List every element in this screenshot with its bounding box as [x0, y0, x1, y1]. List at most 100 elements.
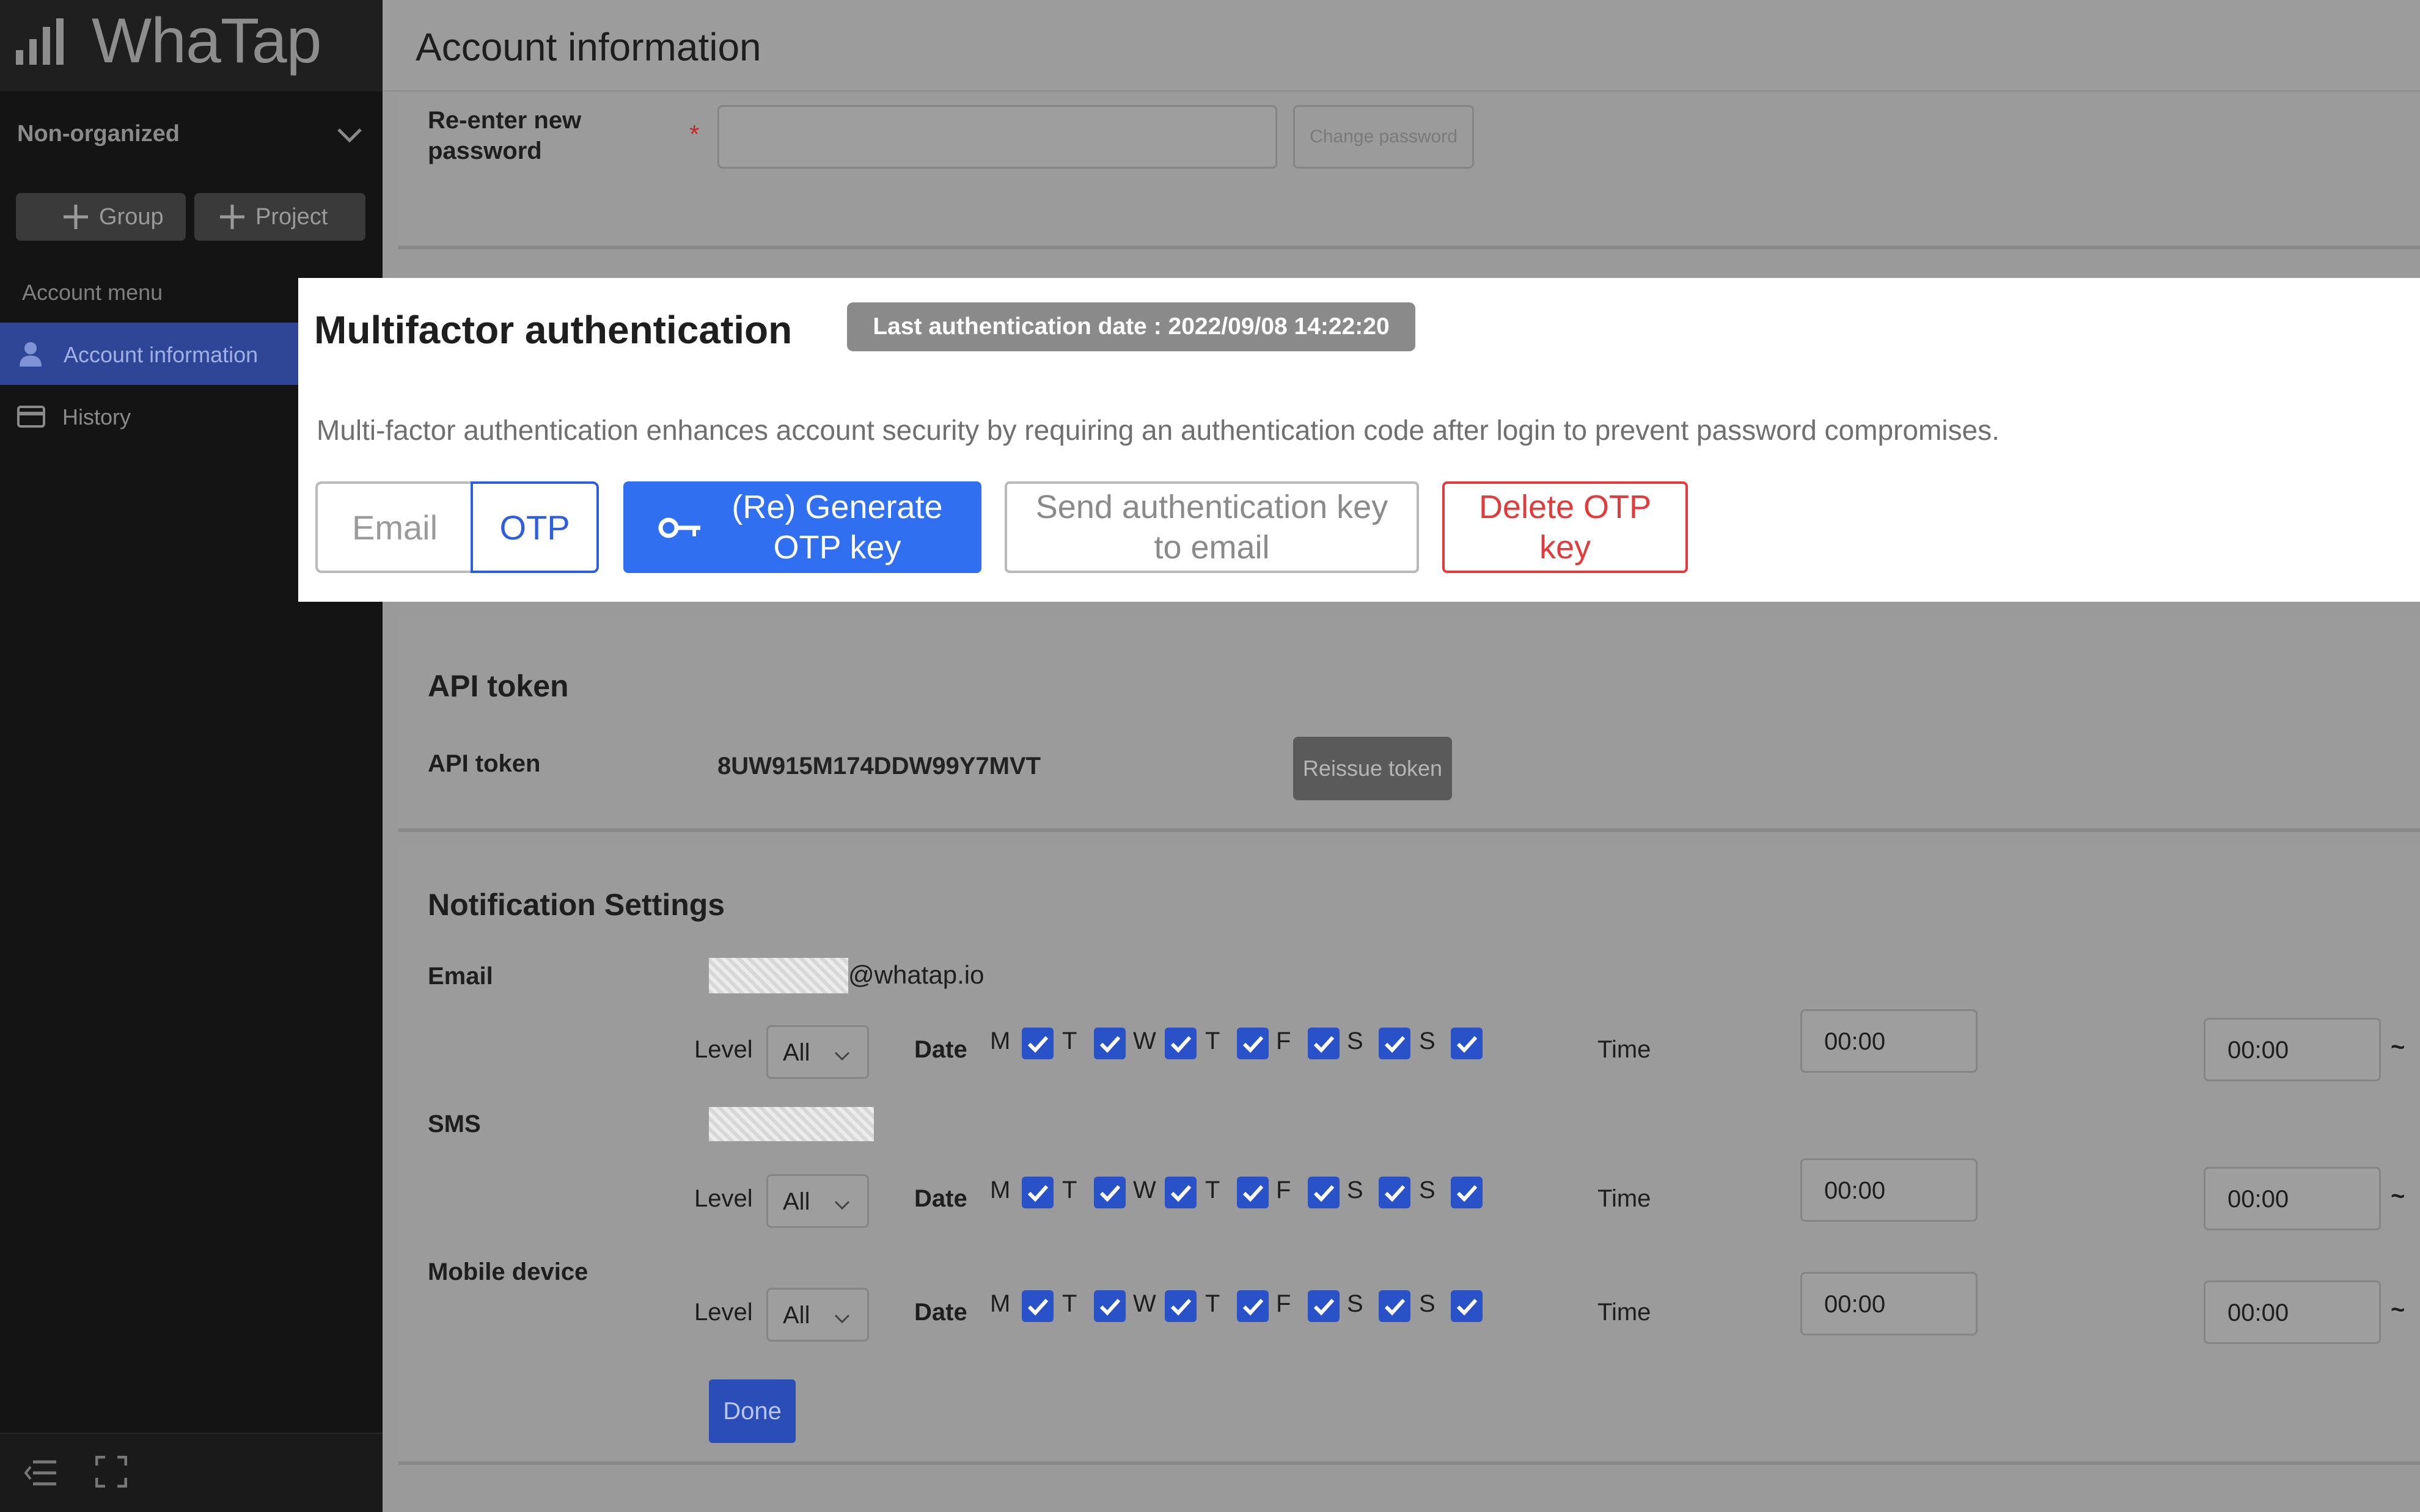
- mobile-channel-label: Mobile device: [428, 1258, 588, 1285]
- org-selector[interactable]: Non-organized: [0, 104, 383, 165]
- check-icon: [1027, 1185, 1049, 1202]
- api-token-heading: API token: [428, 669, 569, 703]
- end-time-value: 00:00: [1824, 1291, 1886, 1318]
- day-checkbox[interactable]: [1308, 1177, 1340, 1208]
- sidebar-item-label: History: [62, 404, 131, 429]
- add-project-label: Project: [255, 204, 328, 230]
- check-icon: [1099, 1185, 1121, 1202]
- day-checkbox[interactable]: [1451, 1028, 1483, 1059]
- label-line: password: [428, 137, 542, 164]
- day-checkbox[interactable]: [1237, 1028, 1269, 1059]
- label-line: to email: [1154, 529, 1270, 566]
- done-button[interactable]: Done: [709, 1379, 796, 1443]
- check-icon: [1313, 1298, 1335, 1316]
- mfa-dialog: Multifactor authentication Last authenti…: [298, 278, 2420, 602]
- day-label: S: [1419, 1028, 1436, 1054]
- reenter-password-label: Re-enter new password: [428, 105, 581, 166]
- check-icon: [1384, 1185, 1406, 1202]
- sidebar: WhaTap Non-organized Group Project Accou…: [0, 0, 383, 1512]
- api-token-card: API token API token 8UW915M174DDW99Y7MVT…: [398, 615, 2420, 832]
- delete-otp-key-button[interactable]: Delete OTP key: [1442, 481, 1688, 573]
- day-label: F: [1276, 1290, 1291, 1317]
- add-group-label: Group: [99, 204, 164, 230]
- page-title: Account information: [416, 25, 761, 69]
- send-key-to-email-button[interactable]: Send authentication key to email: [1005, 481, 1419, 573]
- end-time-input[interactable]: 00:00: [1800, 1158, 1978, 1222]
- day-checkbox[interactable]: [1379, 1290, 1410, 1322]
- check-icon: [1242, 1298, 1264, 1316]
- chevron-down-icon: [337, 128, 362, 143]
- day-label: S: [1347, 1290, 1363, 1317]
- collapse-menu-icon[interactable]: [24, 1458, 56, 1488]
- sidebar-footer: [0, 1433, 383, 1512]
- label-line: (Re) Generate: [732, 489, 943, 525]
- key-icon: [658, 517, 700, 538]
- method-email-tab[interactable]: Email: [315, 481, 472, 573]
- day-checkbox[interactable]: [1165, 1177, 1197, 1208]
- plus-icon: [220, 205, 244, 229]
- user-icon: [20, 342, 42, 367]
- check-icon: [1313, 1185, 1335, 1202]
- day-checkbox[interactable]: [1379, 1177, 1410, 1208]
- label-line: OTP key: [773, 529, 901, 566]
- end-time-input[interactable]: 00:00: [1800, 1272, 1978, 1335]
- add-group-button[interactable]: Group: [16, 193, 186, 241]
- day-label: F: [1276, 1028, 1291, 1054]
- day-checkbox[interactable]: [1165, 1290, 1197, 1322]
- mfa-title: Multifactor authentication: [314, 308, 793, 352]
- end-time-input[interactable]: 00:00: [1800, 1009, 1978, 1073]
- check-icon: [1170, 1185, 1192, 1202]
- day-label: S: [1419, 1177, 1436, 1203]
- change-password-button[interactable]: Change password: [1293, 105, 1474, 169]
- brand-logo[interactable]: WhaTap: [92, 5, 322, 78]
- check-icon: [1242, 1035, 1264, 1053]
- send-label: Send authentication key to email: [1007, 484, 1417, 571]
- day-label: T: [1205, 1028, 1220, 1054]
- day-checkbox[interactable]: [1094, 1028, 1126, 1059]
- day-label: S: [1419, 1290, 1436, 1317]
- generate-otp-key-button[interactable]: (Re) Generate OTP key: [623, 481, 981, 573]
- email-domain: @whatap.io: [848, 960, 985, 989]
- day-checkbox[interactable]: [1379, 1028, 1410, 1059]
- check-icon: [1170, 1035, 1192, 1053]
- last-auth-badge: Last authentication date : 2022/09/08 14…: [847, 302, 1415, 351]
- password-card: Re-enter new password * Change password: [398, 93, 2420, 249]
- add-project-button[interactable]: Project: [194, 193, 365, 241]
- label-line: Send authentication key: [1035, 489, 1388, 525]
- day-checkbox[interactable]: [1308, 1290, 1340, 1322]
- logo-bars-icon: [16, 18, 64, 65]
- day-label: M: [990, 1177, 1011, 1203]
- method-otp-tab[interactable]: OTP: [471, 481, 599, 573]
- day-label: T: [1205, 1290, 1220, 1317]
- reissue-token-button[interactable]: Reissue token: [1293, 737, 1452, 800]
- day-label: T: [1062, 1290, 1077, 1317]
- check-icon: [1170, 1298, 1192, 1316]
- day-checkbox[interactable]: [1094, 1177, 1126, 1208]
- end-time-value: 00:00: [1824, 1177, 1886, 1204]
- day-label: F: [1276, 1177, 1291, 1203]
- day-label: S: [1347, 1028, 1363, 1054]
- check-icon: [1099, 1035, 1121, 1053]
- day-checkbox[interactable]: [1237, 1290, 1269, 1322]
- day-checkbox[interactable]: [1451, 1290, 1483, 1322]
- check-icon: [1027, 1298, 1049, 1316]
- day-checkbox[interactable]: [1022, 1177, 1054, 1208]
- notification-heading: Notification Settings: [428, 888, 725, 922]
- check-icon: [1456, 1298, 1478, 1316]
- day-label: W: [1133, 1290, 1156, 1317]
- day-checkbox[interactable]: [1237, 1177, 1269, 1208]
- day-checkbox[interactable]: [1165, 1028, 1197, 1059]
- day-checkbox[interactable]: [1022, 1290, 1054, 1322]
- day-checkbox[interactable]: [1022, 1028, 1054, 1059]
- sidebar-item-label: Account information: [64, 342, 258, 367]
- check-icon: [1384, 1035, 1406, 1053]
- day-checkbox[interactable]: [1094, 1290, 1126, 1322]
- check-icon: [1242, 1185, 1264, 1202]
- check-icon: [1099, 1298, 1121, 1316]
- day-label: W: [1133, 1177, 1156, 1203]
- reenter-password-input[interactable]: [717, 105, 1277, 169]
- day-checkbox[interactable]: [1308, 1028, 1340, 1059]
- day-checkbox[interactable]: [1451, 1177, 1483, 1208]
- fullscreen-icon[interactable]: [95, 1456, 127, 1488]
- end-time-value: 00:00: [1824, 1028, 1886, 1055]
